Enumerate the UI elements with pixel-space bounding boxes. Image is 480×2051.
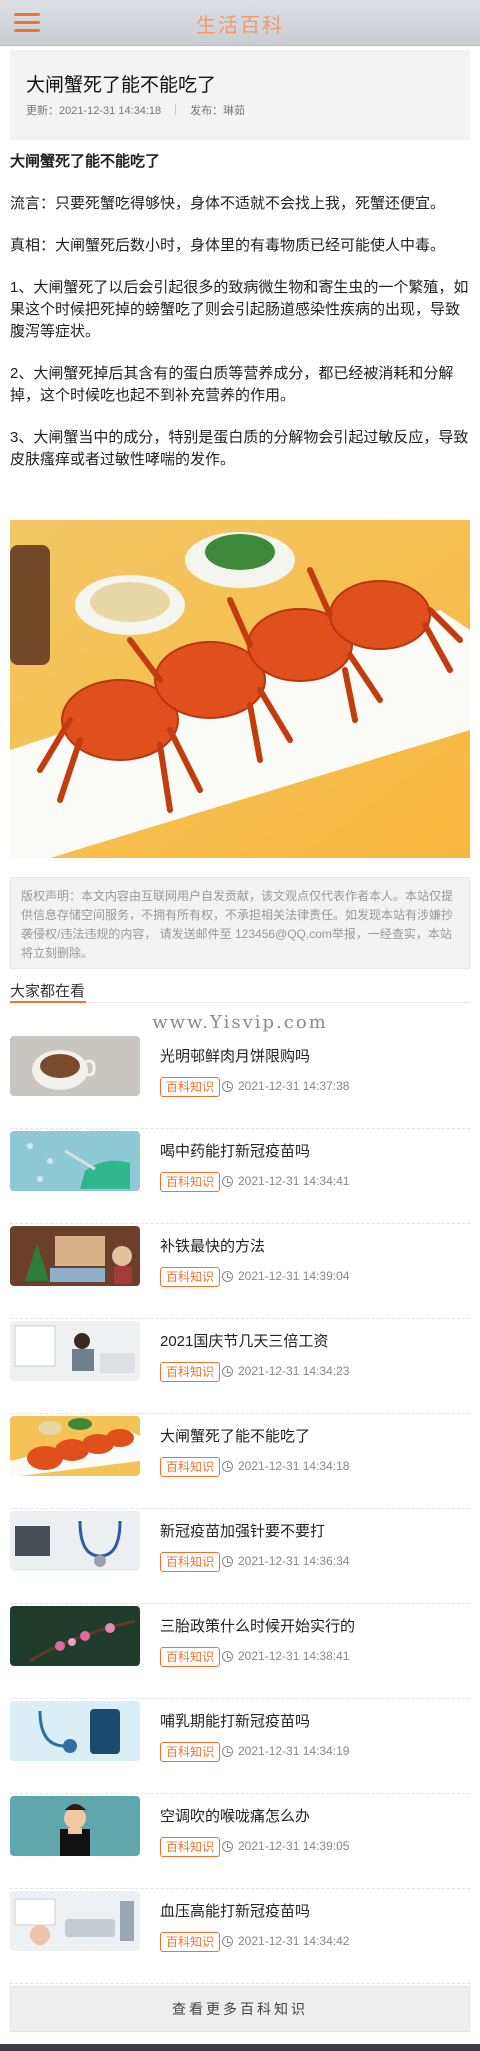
thumbnail-office[interactable]: [10, 1321, 140, 1381]
view-more-button[interactable]: 查看更多百科知识: [10, 1986, 470, 2032]
footer-bar: [0, 2044, 480, 2051]
category-tag[interactable]: 百科知识: [160, 1932, 221, 1952]
item-title[interactable]: 喝中药能打新冠疫苗吗: [160, 1140, 310, 1161]
item-time: 2021-12-31 14:34:42: [238, 1934, 350, 1948]
list-item[interactable]: 大闸蟹死了能不能吃了 百科知识 2021-12-31 14:34:18: [10, 1414, 470, 1509]
article-body: 大闸蟹死了能不能吃了 流言：只要死蟹吃得够快，身体不适就不会找上我，死蟹还便宜。…: [10, 151, 470, 491]
item-title[interactable]: 新冠疫苗加强针要不要打: [160, 1520, 325, 1541]
category-tag[interactable]: 百科知识: [160, 1077, 221, 1097]
clock-icon: [222, 1461, 233, 1472]
paragraph: 2、大闸蟹死掉后其含有的蛋白质等营养成分，都已经被消耗和分解掉，这个时候吃也起不…: [10, 365, 454, 404]
thumbnail-holiday[interactable]: [10, 1226, 140, 1286]
clock-icon: [222, 1081, 233, 1092]
item-title[interactable]: 大闸蟹死了能不能吃了: [160, 1425, 310, 1446]
thumbnail-crab[interactable]: [10, 1416, 140, 1476]
item-title[interactable]: 补铁最快的方法: [160, 1235, 265, 1256]
site-title[interactable]: 生活百科: [0, 9, 480, 38]
article-heading: 大闸蟹死了能不能吃了: [10, 153, 161, 170]
list-item[interactable]: 光明邨鲜肉月饼限购吗 百科知识 2021-12-31 14:37:38: [10, 1034, 470, 1129]
item-title[interactable]: 空调吹的喉咙痛怎么办: [160, 1805, 310, 1826]
thumbnail-throat[interactable]: [10, 1796, 140, 1856]
category-tag[interactable]: 百科知识: [160, 1172, 221, 1192]
crab-photo: [10, 520, 470, 858]
list-item[interactable]: 空调吹的喉咙痛怎么办 百科知识 2021-12-31 14:39:05: [10, 1794, 470, 1889]
category-tag[interactable]: 百科知识: [160, 1742, 221, 1762]
thumbnail-blossom[interactable]: [10, 1606, 140, 1666]
publisher: 发布：琳茹: [190, 105, 246, 117]
category-tag[interactable]: 百科知识: [160, 1267, 221, 1287]
thumbnail-stethoscope[interactable]: [10, 1511, 140, 1571]
paragraph: 真相：大闸蟹死后数小时，身体里的有毒物质已经可能使人中毒。: [10, 237, 446, 254]
clock-icon: [222, 1841, 233, 1852]
item-time: 2021-12-31 14:34:41: [238, 1174, 350, 1188]
list-item[interactable]: 新冠疫苗加强针要不要打 百科知识 2021-12-31 14:36:34: [10, 1509, 470, 1604]
article-meta: 更新：2021-12-31 14:34:18 发布：琳茹: [26, 102, 245, 118]
thumbnail-bloodpressure[interactable]: [10, 1891, 140, 1951]
list-item[interactable]: 三胎政策什么时候开始实行的 百科知识 2021-12-31 14:38:41: [10, 1604, 470, 1699]
section-underline: [10, 1001, 86, 1003]
item-time: 2021-12-31 14:39:05: [238, 1839, 350, 1853]
item-title[interactable]: 2021国庆节几天三倍工资: [160, 1330, 328, 1351]
item-time: 2021-12-31 14:36:34: [238, 1554, 350, 1568]
list-item[interactable]: 2021国庆节几天三倍工资 百科知识 2021-12-31 14:34:23: [10, 1319, 470, 1414]
copyright-disclaimer: 版权声明：本文内容由互联网用户自发贡献，该文观点仅代表作者本人。本站仅提供信息存…: [10, 877, 470, 969]
clock-icon: [222, 1176, 233, 1187]
updated-time: 更新：2021-12-31 14:34:18: [26, 105, 162, 117]
clock-icon: [222, 1936, 233, 1947]
clock-icon: [222, 1651, 233, 1662]
category-tag[interactable]: 百科知识: [160, 1362, 221, 1382]
thumbnail-medical[interactable]: [10, 1701, 140, 1761]
category-tag[interactable]: 百科知识: [160, 1457, 221, 1477]
thumbnail-vaccine[interactable]: [10, 1131, 140, 1191]
item-title[interactable]: 光明邨鲜肉月饼限购吗: [160, 1045, 310, 1066]
list-item[interactable]: 喝中药能打新冠疫苗吗 百科知识 2021-12-31 14:34:41: [10, 1129, 470, 1224]
top-header: 生活百科: [0, 0, 480, 46]
item-time: 2021-12-31 14:38:41: [238, 1649, 350, 1663]
item-title[interactable]: 血压高能打新冠疫苗吗: [160, 1900, 310, 1921]
category-tag[interactable]: 百科知识: [160, 1552, 221, 1572]
item-time: 2021-12-31 14:34:23: [238, 1364, 350, 1378]
list-item[interactable]: 血压高能打新冠疫苗吗 百科知识 2021-12-31 14:34:42: [10, 1889, 470, 1984]
clock-icon: [222, 1746, 233, 1757]
article-header: 大闸蟹死了能不能吃了 更新：2021-12-31 14:34:18 发布：琳茹: [10, 50, 470, 140]
clock-icon: [222, 1366, 233, 1377]
category-tag[interactable]: 百科知识: [160, 1837, 221, 1857]
section-title: 大家都在看: [10, 983, 86, 1000]
item-title[interactable]: 三胎政策什么时候开始实行的: [160, 1615, 355, 1636]
thumbnail-coffee[interactable]: [10, 1036, 140, 1096]
item-time: 2021-12-31 14:34:18: [238, 1459, 350, 1473]
item-time: 2021-12-31 14:34:19: [238, 1744, 350, 1758]
meta-divider: [175, 104, 177, 115]
list-item[interactable]: 哺乳期能打新冠疫苗吗 百科知识 2021-12-31 14:34:19: [10, 1699, 470, 1794]
item-title[interactable]: 哺乳期能打新冠疫苗吗: [160, 1710, 310, 1731]
clock-icon: [222, 1271, 233, 1282]
item-time: 2021-12-31 14:39:04: [238, 1269, 350, 1283]
paragraph: 3、大闸蟹当中的成分，特别是蛋白质的分解物会引起过敏反应，导致皮肤瘙痒或者过敏性…: [10, 429, 469, 468]
related-list: 光明邨鲜肉月饼限购吗 百科知识 2021-12-31 14:37:38 喝中药能…: [10, 1034, 470, 1984]
paragraph: 1、大闸蟹死了以后会引起很多的致病微生物和寄生虫的一个繁殖，如果这个时候把死掉的…: [10, 279, 469, 340]
category-tag[interactable]: 百科知识: [160, 1647, 221, 1667]
paragraph: 流言：只要死蟹吃得够快，身体不适就不会找上我，死蟹还便宜。: [10, 195, 446, 212]
site-watermark: www.Yisvip.com: [152, 1012, 328, 1033]
article-title: 大闸蟹死了能不能吃了: [26, 75, 217, 96]
clock-icon: [222, 1556, 233, 1567]
item-time: 2021-12-31 14:37:38: [238, 1079, 350, 1093]
list-item[interactable]: 补铁最快的方法 百科知识 2021-12-31 14:39:04: [10, 1224, 470, 1319]
